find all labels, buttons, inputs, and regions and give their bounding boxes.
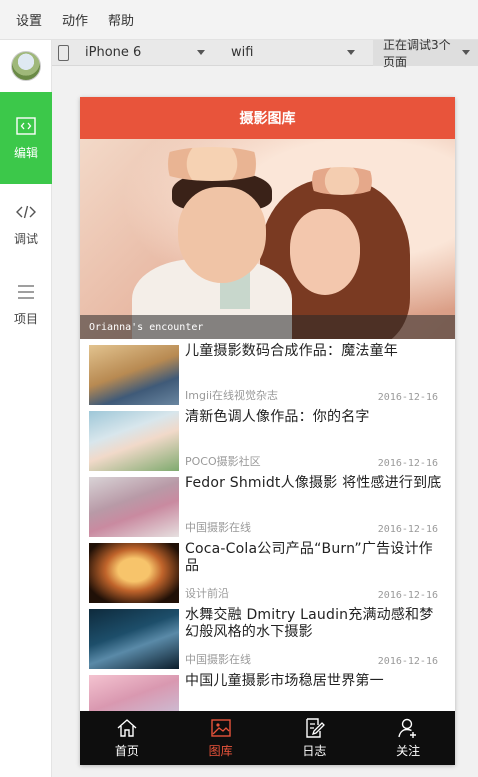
add-user-icon <box>398 718 417 738</box>
sidebar-item-label: 编辑 <box>13 145 38 160</box>
sidebar-item-label: 调试 <box>13 231 38 246</box>
tab-log[interactable]: 日志 <box>268 711 362 765</box>
device-select[interactable]: iPhone 6 <box>85 45 205 60</box>
article-title: Coca-Cola公司产品“Burn”广告设计作品 <box>185 541 433 574</box>
banner-figure <box>290 209 360 295</box>
article-thumbnail <box>89 609 179 669</box>
list-item[interactable]: Coca-Cola公司产品“Burn”广告设计作品 设计前沿 2016-12-1… <box>80 537 455 603</box>
tab-gallery[interactable]: 图库 <box>174 711 268 765</box>
app-title: 摄影图库 <box>239 111 296 127</box>
edit-log-icon <box>306 718 326 738</box>
menu-settings[interactable]: 设置 <box>16 10 42 29</box>
article-title: 清新色调人像作品：你的名字 <box>185 409 370 425</box>
network-select[interactable]: wifi <box>231 45 355 60</box>
tab-label: 首页 <box>114 744 139 758</box>
banner-caption-text: Orianna's encounter <box>89 321 204 333</box>
avatar-image <box>11 51 41 81</box>
article-source: 设计前沿 <box>185 587 229 600</box>
article-date: 2016-12-16 <box>377 656 438 667</box>
gallery-icon <box>210 719 231 737</box>
device-toolbar: iPhone 6 wifi 正在调试3个页面 <box>52 38 478 69</box>
article-date: 2016-12-16 <box>377 524 438 535</box>
list-item[interactable]: 水舞交融 Dmitry Laudin充满动感和梦幻般风格的水下摄影 中国摄影在线… <box>80 603 455 669</box>
article-source: Imgii在线视觉杂志 <box>185 389 279 402</box>
article-title: 中国儿童摄影市场稳居世界第一 <box>185 673 384 689</box>
chevron-down-icon <box>347 50 355 55</box>
menu-bar: 设置 动作 帮助 <box>0 0 478 40</box>
tab-label: 日志 <box>302 744 327 758</box>
chevron-down-icon <box>197 50 205 55</box>
article-source: 中国摄影在线 <box>185 653 251 666</box>
app-header: 摄影图库 <box>80 97 455 139</box>
sidebar-item-debug[interactable]: 调试 <box>0 184 52 264</box>
article-thumbnail <box>89 411 179 471</box>
tab-follow[interactable]: 关注 <box>361 711 455 765</box>
tab-home[interactable]: 首页 <box>80 711 174 765</box>
sidebar-item-project[interactable]: 项目 <box>0 264 52 344</box>
phone-icon[interactable] <box>58 44 69 61</box>
flower-crown <box>302 167 382 195</box>
list-item[interactable]: 儿童摄影数码合成作品：魔法童年 Imgii在线视觉杂志 2016-12-16 <box>80 339 455 405</box>
network-select-value: wifi <box>231 45 254 60</box>
tab-label: 关注 <box>396 744 421 758</box>
article-thumbnail <box>89 543 179 603</box>
pages-select-value: 正在调试3个页面 <box>383 37 451 69</box>
article-title: 水舞交融 Dmitry Laudin充满动感和梦幻般风格的水下摄影 <box>185 607 434 640</box>
list-item[interactable]: 清新色调人像作品：你的名字 POCO摄影社区 2016-12-16 <box>80 405 455 471</box>
bottom-tab-bar: 首页 图库 日志 关注 <box>80 711 455 765</box>
article-date: 2016-12-16 <box>377 392 438 403</box>
menu-help[interactable]: 帮助 <box>108 10 134 29</box>
article-thumbnail <box>89 477 179 537</box>
code-icon <box>15 116 37 136</box>
home-icon <box>117 719 137 737</box>
code-debug-icon <box>15 202 37 222</box>
sidebar-item-label: 项目 <box>13 311 38 326</box>
banner-slide[interactable]: Orianna's encounter <box>80 139 455 339</box>
banner-figure <box>178 187 266 283</box>
article-date: 2016-12-16 <box>377 458 438 469</box>
article-thumbnail <box>89 345 179 405</box>
chevron-down-icon <box>462 50 470 55</box>
avatar[interactable] <box>0 40 52 92</box>
sidebar: 编辑 调试 项目 <box>0 40 52 777</box>
article-list: 儿童摄影数码合成作品：魔法童年 Imgii在线视觉杂志 2016-12-16 清… <box>80 339 455 735</box>
flower-crown <box>152 147 272 181</box>
menu-lines-icon <box>15 282 37 302</box>
menu-actions[interactable]: 动作 <box>62 10 88 29</box>
article-source: POCO摄影社区 <box>185 455 261 468</box>
device-select-value: iPhone 6 <box>85 45 142 60</box>
pages-select[interactable]: 正在调试3个页面 <box>373 38 478 69</box>
list-item[interactable]: Fedor Shmidt人像摄影 将性感进行到底 中国摄影在线 2016-12-… <box>80 471 455 537</box>
article-source: 中国摄影在线 <box>185 521 251 534</box>
tab-label: 图库 <box>208 744 233 758</box>
article-date: 2016-12-16 <box>377 590 438 601</box>
article-title: Fedor Shmidt人像摄影 将性感进行到底 <box>185 475 442 491</box>
banner-caption: Orianna's encounter <box>80 315 455 339</box>
phone-app-view: 摄影图库 Orianna's encounter 儿童摄影数码合成作品：魔法童年… <box>80 97 455 765</box>
sidebar-item-edit[interactable]: 编辑 <box>0 92 52 184</box>
article-title: 儿童摄影数码合成作品：魔法童年 <box>185 343 398 359</box>
